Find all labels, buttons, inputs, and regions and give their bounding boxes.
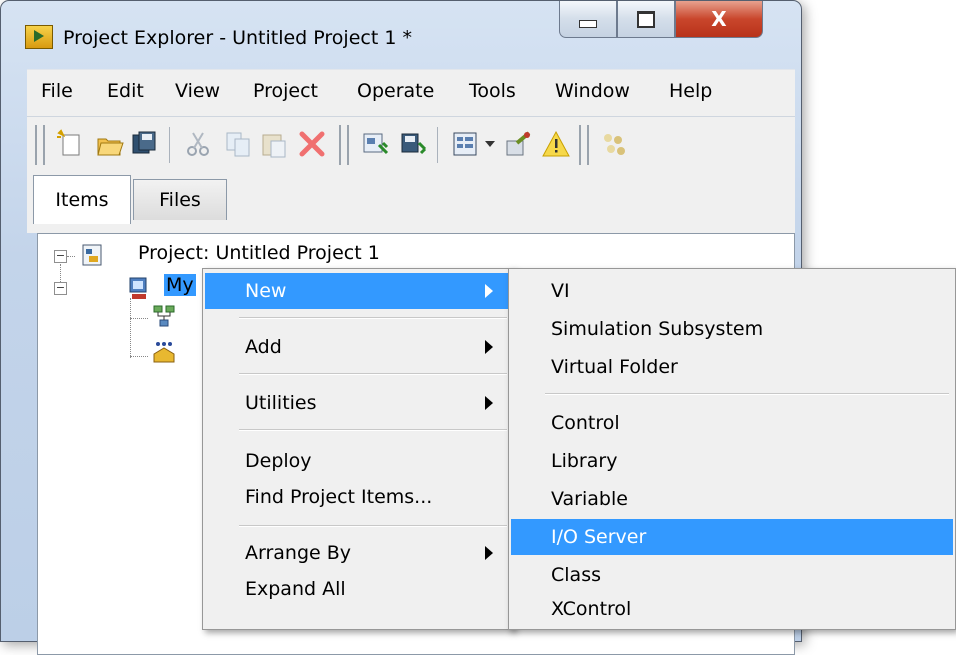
- properties-icon[interactable]: [503, 129, 533, 159]
- menu-operate[interactable]: Operate: [357, 80, 434, 102]
- new-submenu: VI Simulation Subsystem Virtual Folder C…: [508, 268, 956, 630]
- toolbar-grip[interactable]: [339, 125, 349, 165]
- minimize-button[interactable]: [559, 1, 617, 38]
- collapse-toggle[interactable]: −: [54, 282, 67, 295]
- menu-item-label: Find Project Items...: [245, 486, 433, 508]
- tree-root-label[interactable]: Project: Untitled Project 1: [138, 242, 380, 264]
- deploy-icon[interactable]: [599, 129, 629, 159]
- menu-separator: [239, 525, 507, 527]
- submenu-item-io-server[interactable]: I/O Server: [511, 519, 953, 555]
- new-icon[interactable]: [55, 129, 85, 159]
- tree-connector: [130, 318, 148, 319]
- view-icon[interactable]: [451, 129, 481, 159]
- tab-strip: Items Files: [27, 173, 795, 233]
- minimize-icon: [579, 20, 597, 28]
- submenu-item-virtual-folder[interactable]: Virtual Folder: [511, 349, 953, 385]
- submenu-arrow-icon: [485, 396, 493, 410]
- build-icon[interactable]: [361, 129, 391, 159]
- tree-item-label: My: [166, 274, 194, 296]
- submenu-arrow-icon: [485, 340, 493, 354]
- menu-edit[interactable]: Edit: [107, 80, 144, 102]
- menu-separator: [239, 317, 507, 319]
- menu-item-label: Virtual Folder: [551, 356, 678, 378]
- menu-item-label: XControl: [551, 598, 632, 620]
- toolbar-grip[interactable]: [35, 125, 45, 165]
- menu-item-label: Library: [551, 450, 618, 472]
- menu-item-add[interactable]: Add: [205, 329, 511, 365]
- menu-separator: [239, 429, 507, 431]
- dependencies-icon: [153, 305, 175, 327]
- menu-item-label: Variable: [551, 488, 628, 510]
- delete-icon[interactable]: [297, 129, 327, 159]
- window-title: Project Explorer - Untitled Project 1 *: [63, 27, 412, 49]
- warning-icon[interactable]: [541, 129, 571, 159]
- project-icon: [82, 244, 102, 266]
- menu-item-label: Arrange By: [245, 542, 352, 564]
- submenu-item-variable[interactable]: Variable: [511, 481, 953, 517]
- toolbar-grip[interactable]: [579, 125, 589, 165]
- copy-icon[interactable]: [223, 129, 253, 159]
- toolbar-separator: [437, 127, 438, 163]
- menu-item-expand-all[interactable]: Expand All: [205, 571, 511, 607]
- menu-item-label: Deploy: [245, 450, 312, 472]
- tree-connector: [130, 298, 131, 358]
- menu-item-label: Control: [551, 412, 620, 434]
- tab-files[interactable]: Files: [133, 179, 227, 220]
- menu-view[interactable]: View: [175, 80, 220, 102]
- menu-item-label: Expand All: [245, 578, 346, 600]
- menu-item-label: Add: [245, 336, 282, 358]
- caption-buttons: X: [559, 1, 763, 41]
- close-button[interactable]: X: [675, 1, 763, 38]
- toolbar-separator: [169, 127, 170, 163]
- dropdown-icon[interactable]: [481, 129, 499, 159]
- tab-items[interactable]: Items: [33, 175, 131, 224]
- menu-item-label: Simulation Subsystem: [551, 318, 764, 340]
- toolbar: [27, 117, 795, 173]
- menu-item-label: Class: [551, 564, 601, 586]
- submenu-item-xcontrol[interactable]: XControl: [511, 591, 953, 627]
- menu-separator: [545, 393, 949, 395]
- cut-icon[interactable]: [183, 129, 213, 159]
- tree-connector: [67, 256, 75, 257]
- menu-item-arrange-by[interactable]: Arrange By: [205, 535, 511, 571]
- menu-separator: [239, 373, 507, 375]
- submenu-item-library[interactable]: Library: [511, 443, 953, 479]
- menu-tools[interactable]: Tools: [469, 80, 516, 102]
- submenu-item-class[interactable]: Class: [511, 557, 953, 593]
- close-icon: X: [711, 7, 727, 31]
- paste-icon[interactable]: [259, 129, 289, 159]
- menu-item-deploy[interactable]: Deploy: [205, 443, 511, 479]
- menu-bar: File Edit View Project Operate Tools Win…: [27, 69, 795, 117]
- build-specifications-icon: [153, 342, 175, 363]
- submenu-arrow-icon: [485, 546, 493, 560]
- menu-item-find-project-items[interactable]: Find Project Items...: [205, 479, 511, 515]
- tree-connector: [130, 356, 148, 357]
- save-build-icon[interactable]: [399, 129, 429, 159]
- menu-file[interactable]: File: [41, 80, 73, 102]
- menu-item-new[interactable]: New: [205, 273, 511, 309]
- menu-item-label: I/O Server: [551, 526, 647, 548]
- maximize-icon: [637, 10, 655, 28]
- title-bar[interactable]: Project Explorer - Untitled Project 1 * …: [1, 1, 801, 53]
- submenu-item-simulation-subsystem[interactable]: Simulation Subsystem: [511, 311, 953, 347]
- labview-project-icon: [25, 25, 53, 49]
- computer-icon: [129, 277, 147, 299]
- menu-item-label: New: [245, 280, 287, 302]
- menu-help[interactable]: Help: [669, 80, 712, 102]
- open-icon[interactable]: [95, 129, 125, 159]
- submenu-item-control[interactable]: Control: [511, 405, 953, 441]
- menu-project[interactable]: Project: [253, 80, 318, 102]
- context-menu: New Add Utilities Deploy Find Project It…: [202, 268, 514, 630]
- submenu-arrow-icon: [485, 284, 493, 298]
- menu-item-label: VI: [551, 280, 570, 302]
- maximize-button[interactable]: [617, 1, 675, 38]
- tree-item-my-computer[interactable]: My: [164, 274, 196, 296]
- collapse-toggle[interactable]: −: [54, 250, 67, 263]
- save-all-icon[interactable]: [129, 129, 159, 159]
- menu-item-utilities[interactable]: Utilities: [205, 385, 511, 421]
- submenu-item-vi[interactable]: VI: [511, 273, 953, 309]
- menu-item-label: Utilities: [245, 392, 317, 414]
- menu-window[interactable]: Window: [555, 80, 630, 102]
